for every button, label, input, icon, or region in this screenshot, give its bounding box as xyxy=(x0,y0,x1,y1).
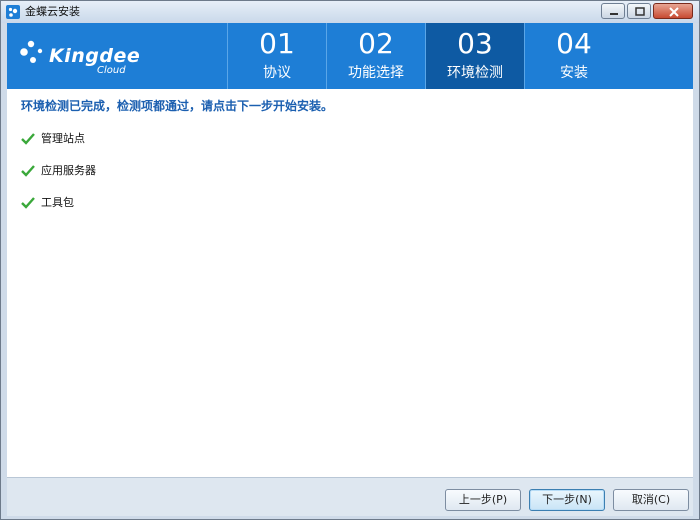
logo-name: Kingdee xyxy=(49,45,141,67)
title-bar[interactable]: 金蝶云安装 xyxy=(1,1,699,23)
step-install: 04 安装 xyxy=(524,23,623,89)
cancel-button[interactable]: 取消(C) xyxy=(613,489,689,511)
step-label: 功能选择 xyxy=(348,65,404,81)
check-icon xyxy=(21,133,35,145)
logo-sub: Cloud xyxy=(97,65,126,76)
step-agreement: 01 协议 xyxy=(227,23,326,89)
app-icon xyxy=(6,5,20,19)
close-icon xyxy=(669,7,679,17)
step-number: 01 xyxy=(259,27,295,60)
kingdee-logo: Kingdee Cloud xyxy=(19,33,209,79)
minimize-button[interactable] xyxy=(601,3,625,19)
check-label: 应用服务器 xyxy=(41,164,96,177)
check-label: 管理站点 xyxy=(41,132,85,145)
installer-window: 金蝶云安装 Kingdee Cloud 01 协议 02 功能选择 03 环境检… xyxy=(0,0,700,520)
button-bar: 上一步(P) 下一步(N) 取消(C) xyxy=(7,477,693,516)
logo-dots-icon xyxy=(20,40,43,63)
window-controls xyxy=(601,3,693,19)
close-button[interactable] xyxy=(653,3,693,19)
step-number: 04 xyxy=(556,27,592,60)
window-title: 金蝶云安装 xyxy=(25,5,80,18)
step-number: 03 xyxy=(457,27,493,60)
content-panel: 环境检测已完成，检测项都通过，请点击下一步开始安装。 管理站点 应用服务器 工具… xyxy=(7,89,693,477)
maximize-button[interactable] xyxy=(627,3,651,19)
maximize-icon xyxy=(635,7,645,16)
check-icon xyxy=(21,197,35,209)
step-environment-check: 03 环境检测 xyxy=(425,23,524,89)
check-icon xyxy=(21,165,35,177)
check-label: 工具包 xyxy=(41,196,74,209)
step-number: 02 xyxy=(358,27,394,60)
minimize-icon xyxy=(610,13,618,15)
next-button[interactable]: 下一步(N) xyxy=(529,489,605,511)
prev-button[interactable]: 上一步(P) xyxy=(445,489,521,511)
step-label: 协议 xyxy=(263,65,291,81)
wizard-header: Kingdee Cloud 01 协议 02 功能选择 03 环境检测 04 安… xyxy=(7,23,693,89)
step-label: 安装 xyxy=(560,65,588,81)
status-message: 环境检测已完成，检测项都通过，请点击下一步开始安装。 xyxy=(21,99,334,113)
step-label: 环境检测 xyxy=(447,65,503,81)
wizard-steps: 01 协议 02 功能选择 03 环境检测 04 安装 xyxy=(227,23,623,89)
step-feature-selection: 02 功能选择 xyxy=(326,23,425,89)
